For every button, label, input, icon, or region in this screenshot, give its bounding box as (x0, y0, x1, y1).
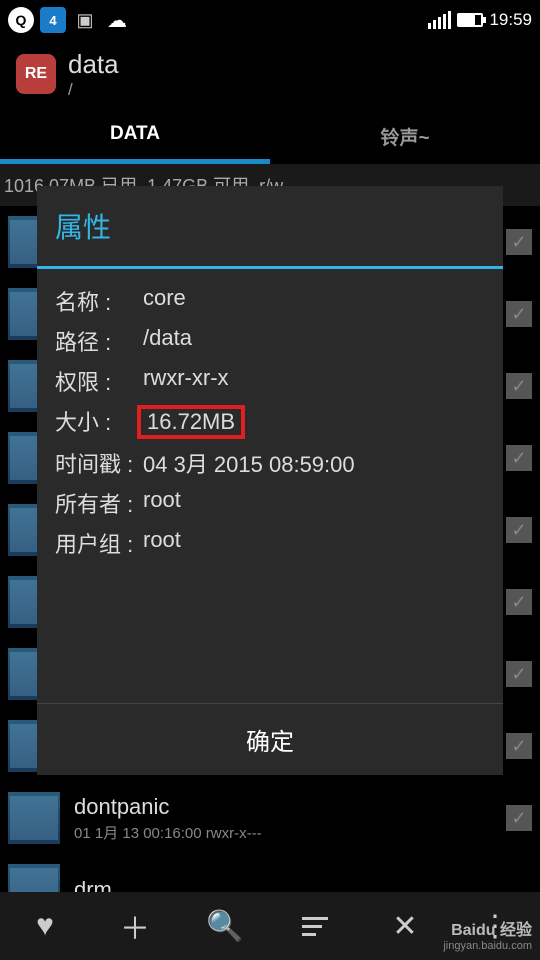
search-icon: 🔍 (206, 909, 243, 944)
close-button[interactable]: ✕ (360, 909, 450, 944)
prop-value: root (143, 527, 485, 559)
favorite-button[interactable]: ♥ (0, 909, 90, 943)
add-button[interactable]: ＋ (90, 904, 180, 948)
sort-button[interactable] (270, 917, 360, 936)
prop-label: 权限 : (55, 365, 143, 397)
confirm-button[interactable]: 确定 (37, 703, 503, 775)
dialog-overlay: 属性 名称 :core 路径 :/data 权限 :rwxr-xr-x 大小 :… (0, 0, 540, 960)
prop-label: 大小 : (55, 405, 143, 439)
prop-value: rwxr-xr-x (143, 365, 485, 397)
properties-dialog: 属性 名称 :core 路径 :/data 权限 :rwxr-xr-x 大小 :… (37, 186, 503, 775)
sort-icon (302, 917, 328, 936)
search-button[interactable]: 🔍 (180, 909, 270, 944)
prop-label: 所有者 : (55, 487, 143, 519)
prop-label: 路径 : (55, 325, 143, 357)
plus-icon: ＋ (120, 904, 150, 948)
dialog-title: 属性 (37, 186, 503, 269)
prop-label: 用户组 : (55, 527, 143, 559)
prop-label: 名称 : (55, 285, 143, 317)
prop-value: root (143, 487, 485, 519)
prop-value: 04 3月 2015 08:59:00 (143, 447, 485, 479)
heart-icon: ♥ (36, 909, 54, 943)
prop-value-highlighted: 16.72MB (143, 405, 485, 439)
close-icon: ✕ (392, 909, 417, 944)
prop-value: /data (143, 325, 485, 357)
prop-value: core (143, 285, 485, 317)
watermark: Baidu 经验 jingyan.baidu.com (443, 916, 532, 952)
prop-label: 时间戳 : (55, 447, 143, 479)
